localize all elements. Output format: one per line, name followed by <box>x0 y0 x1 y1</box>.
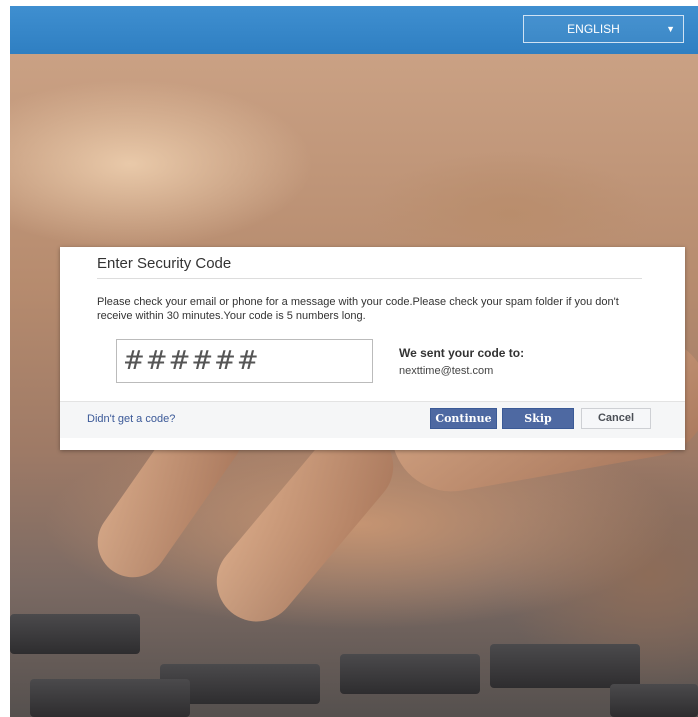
page: ENGLISH ▼ Enter Security Code Please che… <box>10 6 698 717</box>
top-bar: ENGLISH ▼ <box>10 6 698 54</box>
keyboard-key <box>340 654 480 694</box>
security-code-dialog: Enter Security Code Please check your em… <box>60 247 685 450</box>
chevron-down-icon: ▼ <box>666 24 675 34</box>
continue-button[interactable]: Continue <box>430 408 497 429</box>
skip-button[interactable]: Skip <box>502 408 574 429</box>
language-select[interactable]: ENGLISH ▼ <box>523 15 684 43</box>
dialog-footer: Didn't get a code? Continue Skip Cancel <box>60 401 685 438</box>
didnt-get-code-link[interactable]: Didn't get a code? <box>87 413 175 425</box>
sent-to-label: We sent your code to: <box>399 346 525 360</box>
keyboard-key <box>10 614 140 654</box>
dialog-title: Enter Security Code <box>97 253 642 279</box>
language-select-value: ENGLISH <box>567 22 620 36</box>
keyboard-key <box>30 679 190 717</box>
security-code-input[interactable] <box>116 339 373 383</box>
dialog-message: Please check your email or phone for a m… <box>97 296 619 322</box>
cancel-button[interactable]: Cancel <box>581 408 651 429</box>
keyboard-key <box>490 644 640 688</box>
sent-to-email: nexttime@test.com <box>399 365 494 377</box>
keyboard-key <box>610 684 698 717</box>
